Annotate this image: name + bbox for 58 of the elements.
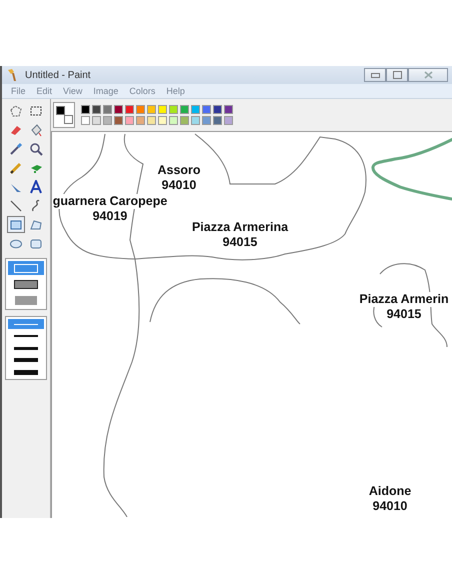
current-color-swatch[interactable]: [56, 106, 65, 115]
color-swatch[interactable]: [213, 116, 222, 125]
color-swatch[interactable]: [169, 105, 178, 114]
color-swatch[interactable]: [81, 116, 90, 125]
free-select-icon: [9, 104, 23, 118]
menu-item[interactable]: File: [11, 86, 26, 96]
text-icon: [29, 180, 43, 194]
pencil-icon: [9, 160, 23, 174]
color-swatch[interactable]: [103, 105, 112, 114]
color-swatch[interactable]: [136, 105, 145, 114]
ellipse-icon: [9, 236, 23, 250]
window-title: Untitled - Paint: [25, 70, 91, 80]
color-swatch[interactable]: [147, 116, 156, 125]
menu-item[interactable]: Colors: [129, 86, 156, 96]
menu-item[interactable]: Image: [93, 86, 118, 96]
eyedropper-icon: [9, 142, 23, 156]
fill-bucket-icon: [29, 122, 43, 136]
place-name: guarnera Caropepe: [52, 194, 168, 209]
color-swatch[interactable]: [191, 105, 200, 114]
close-button[interactable]: [408, 68, 448, 82]
rounded-rectangle-icon: [29, 236, 43, 250]
maximize-button[interactable]: [386, 68, 408, 82]
color-swatch[interactable]: [92, 116, 101, 125]
close-icon: [424, 71, 432, 79]
color-swatch[interactable]: [147, 105, 156, 114]
minimize-button[interactable]: [364, 68, 386, 82]
color-swatch[interactable]: [125, 105, 134, 114]
color-swatch[interactable]: [191, 116, 200, 125]
menu-item[interactable]: View: [63, 86, 82, 96]
color-swatch[interactable]: [158, 105, 167, 114]
color-swatch[interactable]: [180, 105, 189, 114]
place-name: Piazza Armerin: [359, 292, 449, 307]
color-swatch[interactable]: [92, 105, 101, 114]
color-swatch[interactable]: [180, 116, 189, 125]
current-color-swatch[interactable]: [64, 115, 73, 124]
magnifier-icon: [29, 142, 43, 156]
color-swatch[interactable]: [213, 105, 222, 114]
color-swatch[interactable]: [202, 105, 211, 114]
color-swatch[interactable]: [114, 105, 123, 114]
color-swatch[interactable]: [202, 116, 211, 125]
menu-item[interactable]: Edit: [36, 86, 52, 96]
line-icon: [9, 198, 23, 212]
drawing-canvas[interactable]: Assoro 94010 guarnera Caropepe 94019 Piazza Armerina 94015 Piazza Armerin 94015 Aidone 94010: [51, 131, 452, 518]
color-swatch[interactable]: [224, 105, 233, 114]
rectangle-icon: [9, 218, 23, 232]
color-swatch[interactable]: [81, 105, 90, 114]
color-swatch[interactable]: [136, 116, 145, 125]
color-swatch[interactable]: [158, 116, 167, 125]
color-swatch[interactable]: [125, 116, 134, 125]
color-swatch[interactable]: [224, 116, 233, 125]
tool-button[interactable]: [27, 178, 45, 195]
color-swatch[interactable]: [169, 116, 178, 125]
color-swatch[interactable]: [114, 116, 123, 125]
tool-button[interactable]: [7, 216, 25, 233]
polygon-icon: [29, 218, 43, 232]
color-swatch[interactable]: [103, 116, 112, 125]
menu-item[interactable]: Help: [166, 86, 185, 96]
rectangle-select-icon: [29, 104, 43, 118]
